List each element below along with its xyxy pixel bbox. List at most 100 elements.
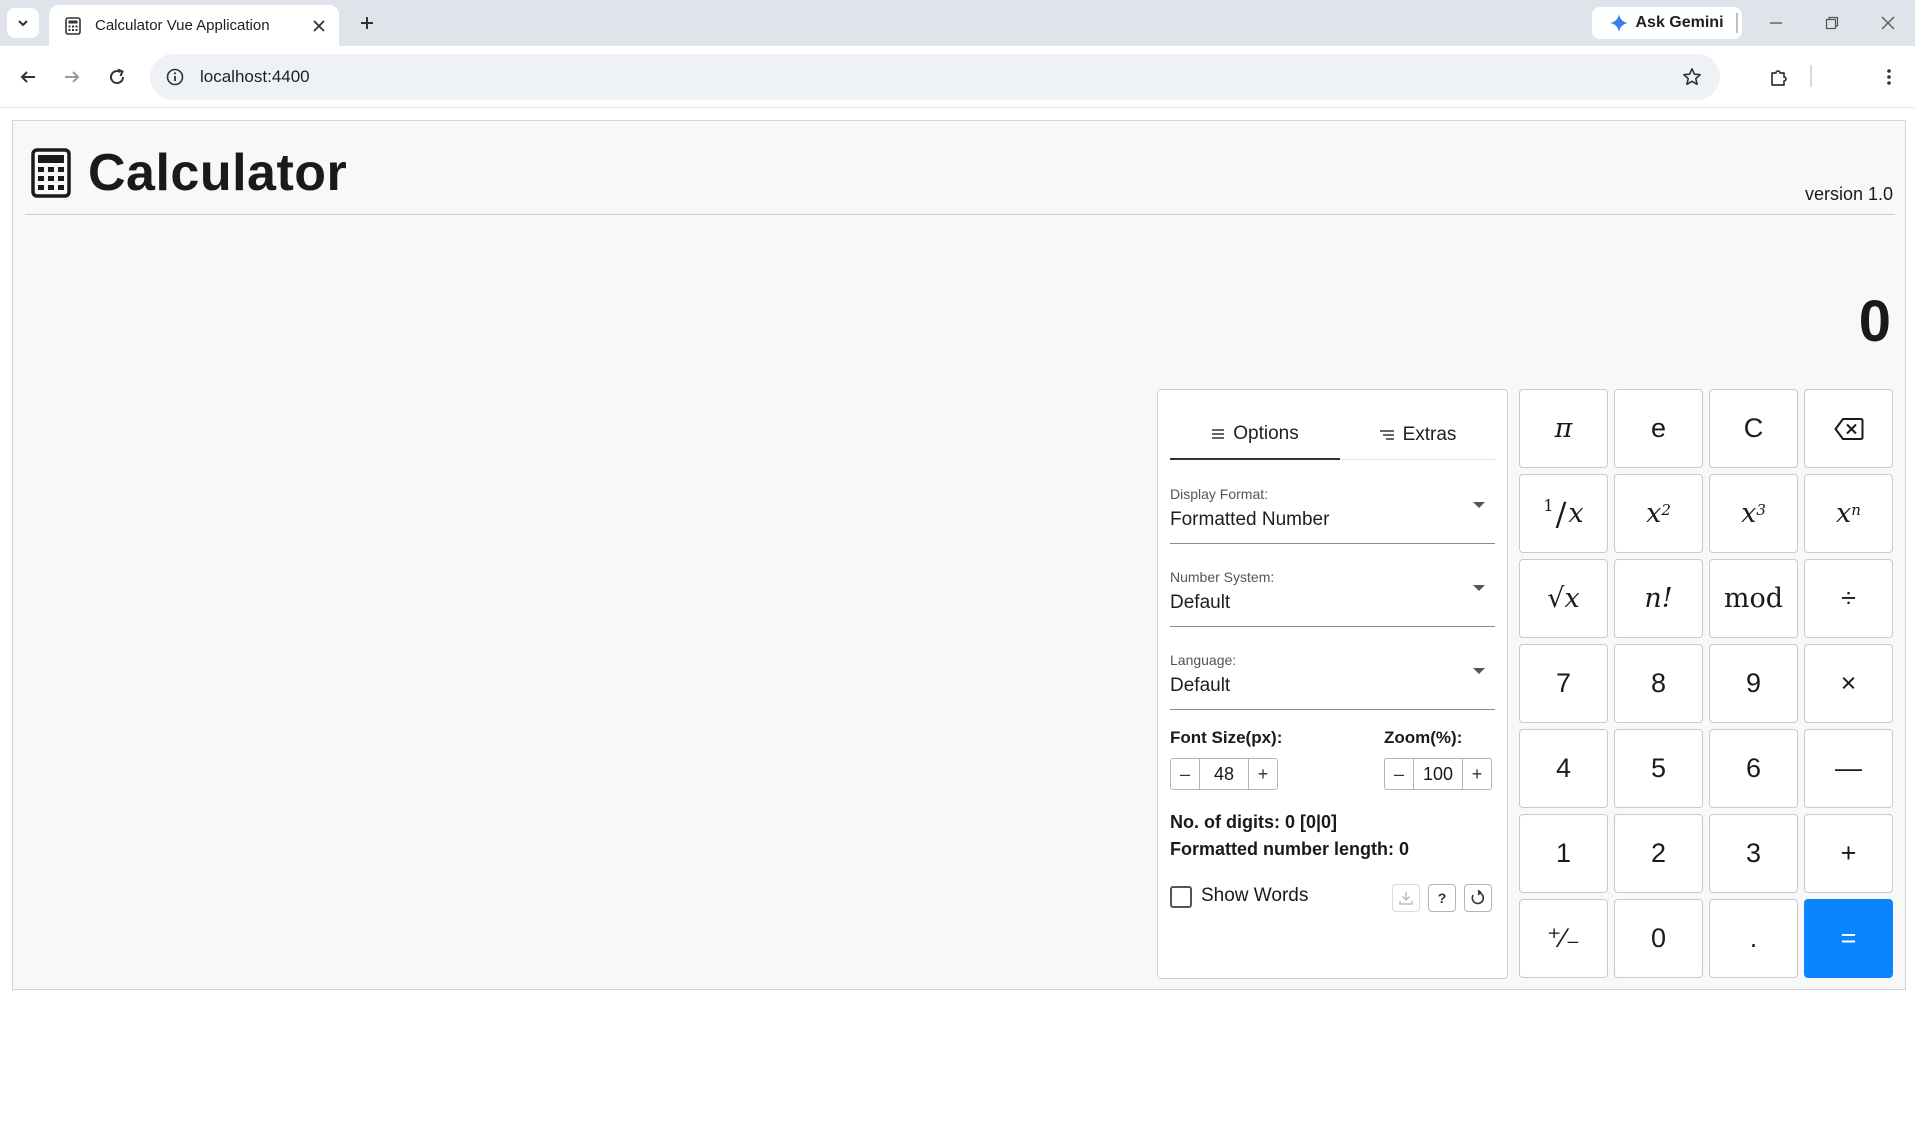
square-key[interactable]: x2: [1614, 474, 1703, 553]
reload-button[interactable]: [101, 61, 133, 93]
download-icon: [1399, 892, 1413, 905]
sqrt-key[interactable]: √x: [1519, 559, 1608, 638]
font-size-increase-button[interactable]: +: [1248, 758, 1278, 790]
power-key[interactable]: xn: [1804, 474, 1893, 553]
version-label: version 1.0: [1804, 184, 1893, 204]
dropdown-caret-icon: [1473, 668, 1485, 674]
restore-icon: [1825, 16, 1839, 30]
number-system-label: Number System:: [1170, 569, 1275, 585]
arrow-right-icon: [65, 71, 80, 83]
clear-key[interactable]: C: [1709, 389, 1798, 468]
calculator-display: 0: [1858, 289, 1891, 354]
keypad: π e C 1/x x 2 x 3 x n √x n! mod ÷ 7 8 9 × 4 5 6—1 2 3 + ⁺∕₋ 0. =: [1519, 389, 1894, 979]
plus-key[interactable]: +: [1804, 814, 1893, 893]
puzzle-piece-icon: [1771, 70, 1787, 86]
url-text[interactable]: localhost:4400: [200, 67, 1678, 87]
extensions-button[interactable]: [1763, 61, 1795, 93]
new-tab-button[interactable]: [352, 8, 382, 38]
reset-icon: [1471, 890, 1485, 905]
nine-key[interactable]: 9: [1709, 644, 1798, 723]
dropdown-caret-icon: [1473, 585, 1485, 591]
minus-key[interactable]: —: [1804, 729, 1893, 808]
calculator-icon: [31, 148, 71, 198]
zoom-increase-button[interactable]: +: [1462, 758, 1492, 790]
factorial-key[interactable]: n!: [1614, 559, 1703, 638]
e-key[interactable]: e: [1614, 389, 1703, 468]
more-vertical-icon: [1887, 69, 1891, 85]
tab-extras-label: Extras: [1402, 424, 1457, 445]
browser-tab-bar: Calculator Vue Application Ask Gemini: [0, 0, 1915, 46]
forward-button[interactable]: [56, 61, 88, 93]
show-words-label[interactable]: Show Words: [1201, 885, 1308, 907]
arrow-left-icon: [20, 71, 35, 83]
zoom-label: Zoom(%):: [1384, 728, 1463, 747]
formatted-length-info: Formatted number length: 0: [1170, 839, 1410, 859]
language-select[interactable]: Language: Default: [1170, 652, 1495, 710]
two-key[interactable]: 2: [1614, 814, 1703, 893]
display-format-value: Formatted Number: [1170, 509, 1330, 530]
six-key[interactable]: 6: [1709, 729, 1798, 808]
backspace-icon: [1834, 417, 1863, 440]
ask-gemini-label: Ask Gemini: [1635, 14, 1724, 31]
calculator-app: Calculator version 1.0 0 Options Extras …: [12, 120, 1906, 990]
frac-numerator: 1: [1543, 496, 1554, 515]
back-button[interactable]: [12, 61, 44, 93]
font-size-decrease-button[interactable]: –: [1170, 758, 1200, 790]
negate-key[interactable]: ⁺∕₋: [1519, 899, 1608, 978]
zoom-value[interactable]: 100: [1414, 758, 1462, 790]
display-format-select[interactable]: Display Format: Formatted Number: [1170, 486, 1495, 544]
number-system-value: Default: [1170, 592, 1231, 613]
equals-key[interactable]: =: [1804, 899, 1893, 978]
reciprocal-key[interactable]: 1/x: [1519, 474, 1608, 553]
divide-key[interactable]: ÷: [1804, 559, 1893, 638]
decimal-key[interactable]: .: [1709, 899, 1798, 978]
address-bar[interactable]: localhost:4400: [150, 54, 1720, 100]
three-key[interactable]: 3: [1709, 814, 1798, 893]
frac-denominator: x: [1568, 498, 1584, 529]
language-label: Language:: [1170, 652, 1237, 668]
minimize-button[interactable]: [1756, 8, 1796, 38]
one-key[interactable]: 1: [1519, 814, 1608, 893]
help-button[interactable]: ?: [1428, 884, 1456, 912]
tab-list-button[interactable]: [7, 8, 39, 38]
ask-gemini-button[interactable]: Ask Gemini: [1592, 7, 1742, 39]
restore-button[interactable]: [1812, 8, 1852, 38]
site-info-icon[interactable]: [164, 66, 186, 88]
frac-slash: /: [1555, 494, 1567, 533]
tab-options[interactable]: Options: [1170, 410, 1340, 460]
show-words-checkbox[interactable]: [1170, 886, 1192, 908]
seven-key[interactable]: 7: [1519, 644, 1608, 723]
cube-key[interactable]: x3: [1709, 474, 1798, 553]
five-key[interactable]: 5: [1614, 729, 1703, 808]
eight-key[interactable]: 8: [1614, 644, 1703, 723]
font-size-value[interactable]: 48: [1200, 758, 1248, 790]
mod-key[interactable]: mod: [1709, 559, 1798, 638]
app-header: Calculator version 1.0: [25, 121, 1895, 215]
chevron-down-icon: [18, 20, 28, 27]
pow-base: x: [1646, 498, 1662, 529]
zero-key[interactable]: 0: [1614, 899, 1703, 978]
multiply-key[interactable]: ×: [1804, 644, 1893, 723]
number-system-select[interactable]: Number System: Default: [1170, 569, 1495, 627]
pow-exponent: 3: [1756, 500, 1766, 519]
close-tab-icon[interactable]: [305, 12, 333, 40]
menu-lines-icon: [1212, 429, 1225, 439]
bookmark-star-icon[interactable]: [1678, 63, 1706, 91]
page-title: Calculator: [88, 144, 348, 202]
options-panel: Options Extras Display Format: Formatted…: [1157, 389, 1508, 979]
reload-icon: [110, 68, 125, 85]
reset-button[interactable]: [1464, 884, 1492, 912]
pi-key[interactable]: π: [1519, 389, 1608, 468]
close-window-button[interactable]: [1868, 8, 1908, 38]
tab-extras[interactable]: Extras: [1340, 410, 1495, 460]
display-format-label: Display Format:: [1170, 486, 1269, 502]
browser-tab[interactable]: Calculator Vue Application: [49, 5, 339, 46]
browser-menu-button[interactable]: [1873, 61, 1905, 93]
pow-base: x: [1836, 498, 1852, 529]
panel-tabs: Options Extras: [1170, 410, 1495, 460]
zoom-decrease-button[interactable]: –: [1384, 758, 1414, 790]
calculator-favicon-icon: [63, 16, 83, 36]
download-button[interactable]: [1392, 884, 1420, 912]
four-key[interactable]: 4: [1519, 729, 1608, 808]
backspace-key[interactable]: [1804, 389, 1893, 468]
